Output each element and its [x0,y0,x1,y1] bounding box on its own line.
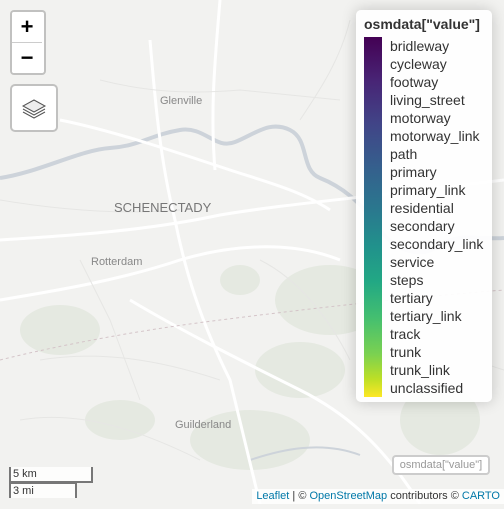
place-label: Guilderland [175,419,231,431]
place-label: Rotterdam [91,256,142,268]
overlay-toggle-button[interactable]: osmdata["value"] [392,455,490,475]
legend-item: trunk_link [390,362,450,378]
scale-imperial: 3 mi [9,482,77,498]
legend-item: track [390,326,421,342]
leaflet-link[interactable]: Leaflet [256,490,289,502]
legend-item: motorway [390,110,451,126]
legend-labels: bridleway cycleway footway living_streetmot… [390,37,483,397]
zoom-in-button[interactable]: + [12,12,42,43]
legend-item: bridleway [390,38,450,54]
place-label: Glenville [160,95,202,107]
legend-item: tertiary_link [390,308,462,324]
carto-link[interactable]: CARTO [462,490,500,502]
legend-color-bar [364,37,382,397]
legend-item: living_street [390,92,465,108]
legend-item: tertiary [390,290,433,306]
scale-bar: 5 km 3 mi [9,467,93,498]
legend-item: primary_link [390,182,466,198]
legend-item: secondary_link [390,236,484,252]
legend-item: primary [390,164,437,180]
scale-metric: 5 km [9,467,93,483]
legend-item: unclassified [390,380,464,396]
legend-item: footway [390,74,439,90]
attribution-separator: | © [289,490,310,502]
legend: osmdata["value"] bridleway cycleway footwa… [356,10,492,402]
attribution-text: contributors © [387,490,462,502]
openstreetmap-link[interactable]: OpenStreetMap [309,490,387,502]
legend-item: cycleway [390,56,447,72]
place-label: SCHENECTADY [114,200,212,215]
attribution: Leaflet | © OpenStreetMap contributors ©… [252,489,504,504]
layers-icon [21,99,47,119]
legend-item: secondary [390,218,455,234]
legend-item: service [390,254,435,270]
layers-button[interactable] [10,84,58,132]
legend-item: motorway_link [390,128,480,144]
legend-item: trunk [390,344,422,360]
zoom-control: + − [10,10,46,75]
legend-title: osmdata["value"] [364,16,480,32]
legend-item: steps [390,272,424,288]
legend-item: residential [390,200,454,216]
legend-item: path [390,146,418,162]
zoom-out-button[interactable]: − [12,43,42,73]
